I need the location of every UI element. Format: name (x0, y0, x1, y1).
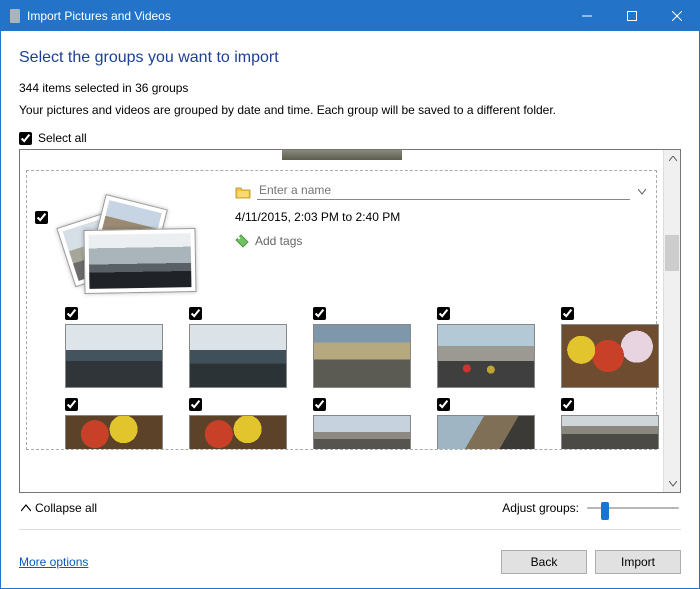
page-title: Select the groups you want to import (19, 49, 681, 67)
previous-group-tail (282, 150, 402, 160)
collapse-all-label: Collapse all (35, 501, 97, 515)
thumbnail[interactable] (437, 398, 535, 449)
select-all-label: Select all (38, 131, 87, 145)
thumbnail[interactable] (65, 307, 163, 388)
groups-pane-body: 4/11/2015, 2:03 PM to 2:40 PM Add tags (20, 150, 663, 492)
thumbnail[interactable] (189, 307, 287, 388)
photo-10[interactable] (561, 415, 659, 449)
stack-photo-3 (83, 228, 196, 294)
thumbnail[interactable] (437, 307, 535, 388)
thumbnail-checkbox[interactable] (65, 307, 78, 320)
collapse-all-link[interactable]: Collapse all (21, 501, 97, 515)
group-name-dropdown[interactable] (636, 189, 648, 195)
thumbnail-checkbox[interactable] (65, 398, 78, 411)
thumbnail-checkbox[interactable] (561, 398, 574, 411)
photo-2[interactable] (189, 324, 287, 388)
add-tags-label: Add tags (255, 234, 302, 248)
window-title: Import Pictures and Videos (27, 9, 564, 23)
titlebar[interactable]: Import Pictures and Videos (1, 1, 699, 31)
selection-summary: 344 items selected in 36 groups (19, 81, 681, 95)
maximize-icon (627, 11, 637, 21)
thumbnail-checkbox[interactable] (437, 307, 450, 320)
help-text: Your pictures and videos are grouped by … (19, 103, 681, 117)
scroll-thumb[interactable] (665, 235, 679, 271)
photo-1[interactable] (65, 324, 163, 388)
photo-9[interactable] (437, 415, 535, 449)
maximize-button[interactable] (609, 1, 654, 31)
select-all-row[interactable]: Select all (19, 131, 681, 145)
thumbnail[interactable] (313, 307, 411, 388)
thumbnail-checkbox[interactable] (189, 307, 202, 320)
photo-4[interactable] (437, 324, 535, 388)
photo-3[interactable] (313, 324, 411, 388)
thumbnail-row-2 (35, 388, 648, 449)
thumbnail-checkbox[interactable] (313, 398, 326, 411)
thumbnail[interactable] (561, 307, 659, 388)
more-options-link[interactable]: More options (19, 555, 88, 569)
device-icon (10, 9, 20, 23)
thumbnail[interactable] (561, 398, 659, 449)
minimize-button[interactable] (564, 1, 609, 31)
add-tags-link[interactable]: Add tags (235, 234, 648, 248)
group-thumbnail-stack[interactable] (56, 207, 216, 297)
thumbnail-checkbox[interactable] (313, 307, 326, 320)
photo-5[interactable] (561, 324, 659, 388)
tag-icon (235, 234, 249, 248)
import-button[interactable]: Import (595, 550, 681, 574)
thumbnail-checkbox[interactable] (437, 398, 450, 411)
scroll-down-button[interactable] (664, 475, 681, 492)
back-button[interactable]: Back (501, 550, 587, 574)
slider-track[interactable] (587, 499, 679, 517)
folder-icon (235, 185, 251, 199)
group-date-range: 4/11/2015, 2:03 PM to 2:40 PM (235, 210, 648, 224)
group: 4/11/2015, 2:03 PM to 2:40 PM Add tags (26, 170, 657, 450)
chevron-up-icon (21, 504, 31, 512)
chevron-down-icon (669, 481, 677, 487)
thumbnail-checkbox[interactable] (189, 398, 202, 411)
thumbnail[interactable] (189, 398, 287, 449)
thumbnail-row-1 (35, 297, 648, 388)
content: Select the groups you want to import 344… (1, 31, 699, 536)
thumbnail[interactable] (65, 398, 163, 449)
photo-7[interactable] (189, 415, 287, 449)
photo-8[interactable] (313, 415, 411, 449)
close-icon (672, 11, 682, 21)
group-name-input[interactable] (257, 183, 630, 200)
divider (19, 529, 681, 530)
select-all-checkbox[interactable] (19, 132, 32, 145)
group-checkbox[interactable] (35, 211, 48, 224)
thumbnail[interactable] (313, 398, 411, 449)
thumbnail-checkbox[interactable] (561, 307, 574, 320)
slider-thumb[interactable] (601, 502, 609, 520)
chevron-up-icon (669, 156, 677, 162)
adjust-groups-label: Adjust groups: (502, 501, 579, 515)
window: Import Pictures and Videos Select the gr… (0, 0, 700, 589)
scroll-up-button[interactable] (664, 150, 681, 167)
groups-pane: 4/11/2015, 2:03 PM to 2:40 PM Add tags (19, 149, 681, 493)
pane-footer: Collapse all Adjust groups: (19, 493, 681, 519)
vertical-scrollbar[interactable] (663, 150, 680, 492)
minimize-icon (582, 11, 592, 21)
photo-6[interactable] (65, 415, 163, 449)
adjust-groups-slider: Adjust groups: (502, 499, 679, 517)
close-button[interactable] (654, 1, 699, 31)
chevron-down-icon (638, 189, 646, 195)
footer: More options Back Import (1, 536, 699, 588)
